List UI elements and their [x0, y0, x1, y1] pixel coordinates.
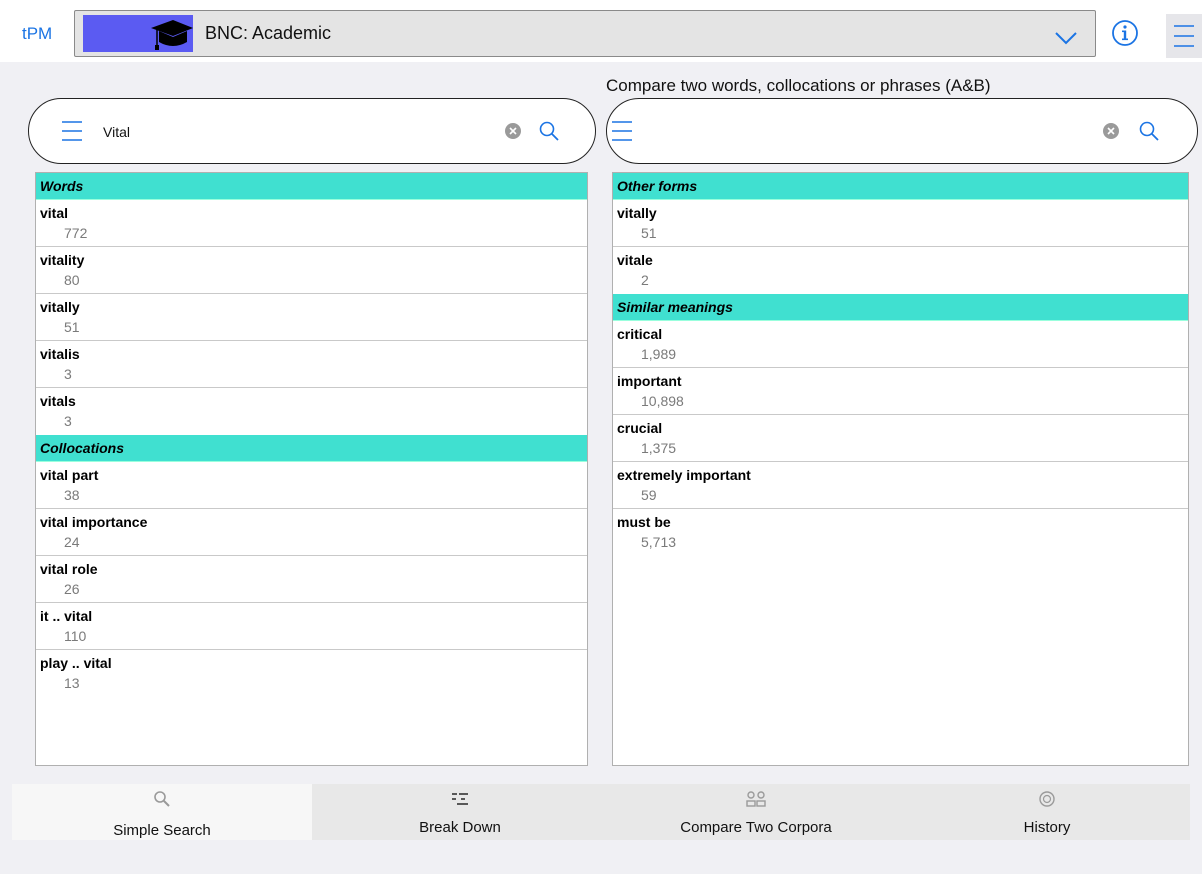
- item-term: vital: [40, 205, 69, 221]
- history-icon: [1039, 791, 1055, 807]
- list-item[interactable]: it .. vital 110: [36, 603, 587, 650]
- clear-icon[interactable]: [1103, 123, 1119, 139]
- search-input-a[interactable]: [103, 119, 483, 145]
- item-term: play .. vital: [40, 655, 112, 671]
- list-item[interactable]: extremely important 59: [613, 462, 1188, 509]
- section-header: Collocations: [36, 435, 587, 462]
- list-item[interactable]: must be 5,713: [613, 509, 1188, 556]
- item-count: 110: [64, 628, 87, 644]
- tab-label: History: [1023, 819, 1071, 836]
- item-count: 2: [641, 272, 649, 288]
- search-bar-b: [606, 98, 1198, 164]
- tab-history[interactable]: History: [904, 784, 1190, 840]
- section-header: Other forms: [613, 173, 1188, 200]
- results-list-b: Other forms vitally 51 vitale 2 Similar …: [612, 172, 1189, 766]
- item-count: 38: [64, 487, 80, 503]
- item-count: 24: [64, 534, 80, 550]
- chevron-down-icon[interactable]: [1053, 25, 1079, 49]
- section-header: Similar meanings: [613, 294, 1188, 321]
- list-item[interactable]: vital role 26: [36, 556, 587, 603]
- compare-heading: Compare two words, collocations or phras…: [606, 76, 991, 95]
- list-item[interactable]: vitally 51: [613, 200, 1188, 247]
- item-count: 1,375: [641, 440, 677, 456]
- item-count: 51: [641, 225, 657, 241]
- item-term: vital part: [40, 467, 99, 483]
- item-count: 3: [64, 413, 72, 429]
- corpus-name: BNC: Academic: [205, 23, 332, 43]
- main-menu-button[interactable]: [1166, 14, 1202, 58]
- corpus-selector[interactable]: BNC: Academic: [74, 10, 1096, 57]
- list-item[interactable]: vitals 3: [36, 388, 587, 435]
- list-item[interactable]: vitally 51: [36, 294, 587, 341]
- list-item[interactable]: vital 772: [36, 200, 587, 247]
- item-term: must be: [617, 514, 671, 530]
- list-item[interactable]: critical 1,989: [613, 321, 1188, 368]
- tab-break-down[interactable]: Break Down: [312, 784, 608, 840]
- tab-label: Break Down: [419, 819, 501, 836]
- list-item[interactable]: vitale 2: [613, 247, 1188, 294]
- corpus-color-swatch: [83, 15, 193, 52]
- compare-icon: [746, 791, 766, 807]
- search-options-menu-icon[interactable]: [61, 119, 83, 143]
- section-header: Words: [36, 173, 587, 200]
- graduation-cap-icon: [151, 20, 193, 50]
- search-input-b[interactable]: [653, 119, 1033, 145]
- app-label[interactable]: tPM: [22, 24, 52, 44]
- item-term: vitale: [617, 252, 653, 268]
- list-item[interactable]: vital part 38: [36, 462, 587, 509]
- item-count: 772: [64, 225, 88, 241]
- search-icon[interactable]: [537, 119, 561, 143]
- item-term: critical: [617, 326, 663, 342]
- tab-label: Simple Search: [113, 822, 211, 839]
- list-item[interactable]: vital importance 24: [36, 509, 587, 556]
- search-bar-a: [28, 98, 596, 164]
- results-list-a: Words vital 772 vitality 80 vitally 51 v…: [35, 172, 588, 766]
- item-count: 10,898: [641, 393, 684, 409]
- item-count: 3: [64, 366, 72, 382]
- item-term: vital importance: [40, 514, 148, 530]
- item-count: 51: [64, 319, 80, 335]
- search-icon: [154, 791, 170, 807]
- item-count: 5,713: [641, 534, 677, 550]
- item-term: vitally: [40, 299, 80, 315]
- item-count: 26: [64, 581, 80, 597]
- bottom-tab-bar: Simple Search Break Down Compare Two Cor…: [12, 784, 1190, 840]
- info-icon[interactable]: [1110, 18, 1140, 48]
- item-term: crucial: [617, 420, 663, 436]
- item-term: vitality: [40, 252, 85, 268]
- list-item[interactable]: play .. vital 13: [36, 650, 587, 697]
- list-item[interactable]: vitalis 3: [36, 341, 587, 388]
- item-count: 1,989: [641, 346, 677, 362]
- list-item[interactable]: vitality 80: [36, 247, 587, 294]
- list-item[interactable]: crucial 1,375: [613, 415, 1188, 462]
- tab-label: Compare Two Corpora: [680, 819, 832, 836]
- item-term: extremely important: [617, 467, 751, 483]
- hamburger-icon: [1174, 25, 1194, 47]
- list-item[interactable]: important 10,898: [613, 368, 1188, 415]
- item-term: vitalis: [40, 346, 80, 362]
- item-term: vitals: [40, 393, 76, 409]
- search-options-menu-icon[interactable]: [611, 119, 633, 143]
- item-term: important: [617, 373, 682, 389]
- item-term: it .. vital: [40, 608, 93, 624]
- clear-icon[interactable]: [505, 123, 521, 139]
- search-icon[interactable]: [1137, 119, 1161, 143]
- item-count: 59: [641, 487, 657, 503]
- tab-simple-search[interactable]: Simple Search: [12, 784, 312, 840]
- break-down-icon: [452, 793, 468, 805]
- tab-compare-two-corpora[interactable]: Compare Two Corpora: [608, 784, 904, 840]
- item-term: vital role: [40, 561, 98, 577]
- item-count: 80: [64, 272, 80, 288]
- item-term: vitally: [617, 205, 657, 221]
- item-count: 13: [64, 675, 80, 691]
- top-bar: tPM BNC: Academic: [0, 0, 1202, 62]
